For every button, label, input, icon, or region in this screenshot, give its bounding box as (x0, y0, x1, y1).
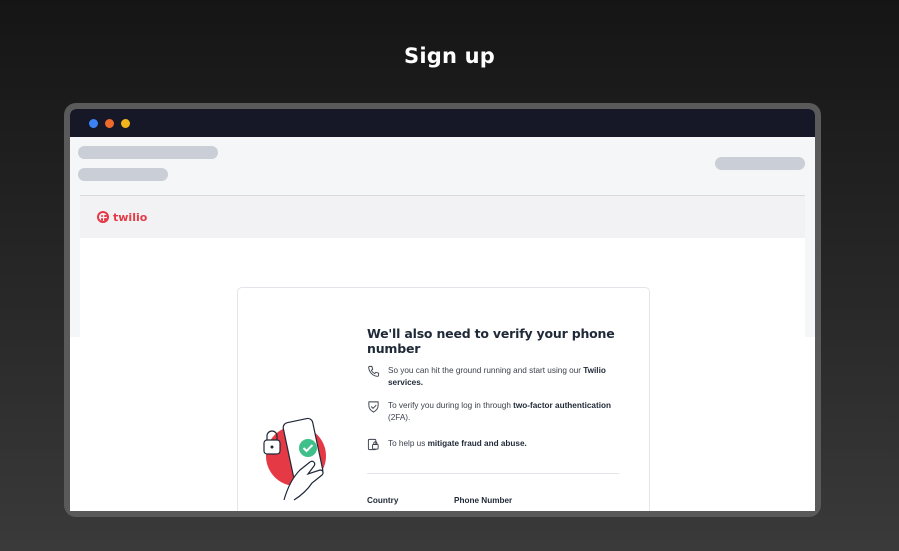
bullet-text-post: (2FA). (388, 413, 411, 422)
twilio-logo-icon[interactable] (97, 211, 109, 223)
bullet-get-started: So you can hit the ground running and st… (367, 365, 618, 389)
bullet-2fa: To verify you during log in through two-… (367, 400, 618, 424)
window-dot-minimize[interactable] (105, 118, 114, 128)
skeleton-line-action (715, 157, 805, 170)
bullet-text-bold: mitigate fraud and abuse. (427, 439, 527, 448)
bullet-fraud: To help us mitigate fraud and abuse. (367, 438, 618, 451)
phone-number-label: Phone Number (454, 496, 513, 505)
bullet-text-pre: To verify you during log in through (388, 401, 514, 410)
page-heading: Sign up (404, 44, 495, 68)
phone-security-illustration (263, 417, 326, 501)
card-divider (367, 473, 619, 474)
bullet-text-2fa: To verify you during log in through two-… (388, 400, 618, 424)
twilio-wordmark[interactable]: twilio (113, 211, 147, 224)
bullet-text-bold: two-factor authentication (513, 401, 611, 410)
browser-viewport: twilio We'll also need to verify your ph… (70, 109, 815, 511)
country-label: Country (367, 496, 399, 505)
twilio-header-bar: twilio (80, 196, 805, 238)
shield-check-icon (368, 401, 379, 413)
bullet-text-fraud: To help us mitigate fraud and abuse. (388, 438, 618, 450)
window-dot-maximize[interactable] (121, 118, 130, 128)
phone-icon (368, 365, 380, 377)
signup-page-body: We'll also need to verify your phone num… (80, 238, 805, 511)
browser-titlebar (70, 109, 815, 137)
card-title: We'll also need to verify your phone num… (367, 326, 615, 356)
bullet-text-pre: To help us (388, 439, 428, 448)
skeleton-line-title (78, 146, 218, 159)
lock-device-icon (367, 438, 379, 451)
bullet-text-pre: So you can hit the ground running and st… (388, 366, 584, 375)
verify-phone-card: We'll also need to verify your phone num… (237, 287, 650, 511)
skeleton-line-subtitle (78, 168, 168, 181)
bullet-text-get-started: So you can hit the ground running and st… (388, 365, 618, 389)
browser-window: twilio We'll also need to verify your ph… (64, 103, 821, 517)
window-dot-close[interactable] (89, 118, 98, 128)
